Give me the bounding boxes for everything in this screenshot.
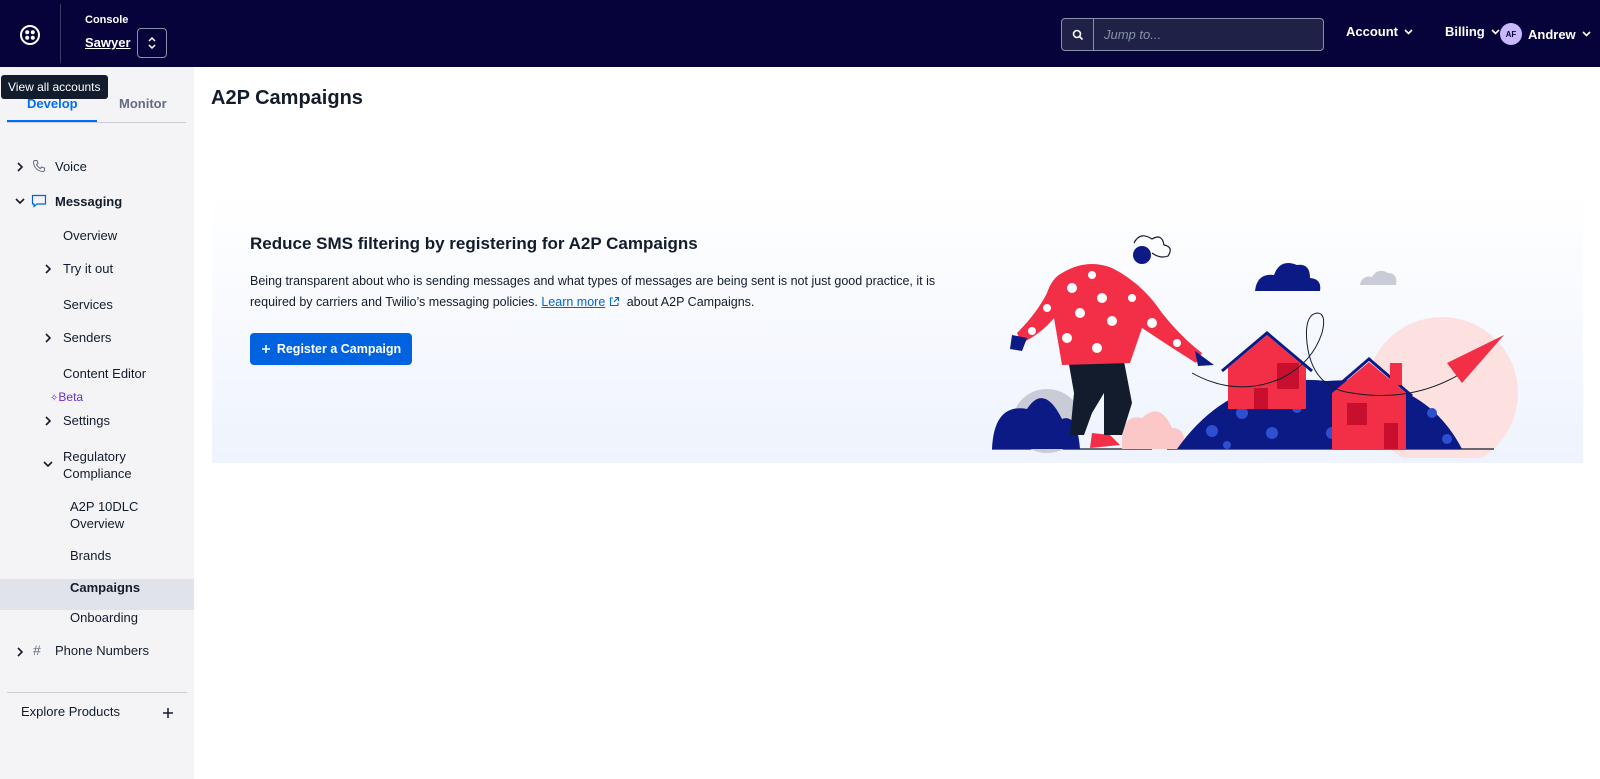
sidebar-item-voice[interactable]: Voice [55, 159, 87, 174]
twilio-logo-icon[interactable] [12, 17, 48, 53]
chevron-right-icon[interactable] [44, 333, 52, 343]
sidebar-item-a2p-10dlc-overview[interactable]: A2P 10DLC Overview [70, 498, 160, 532]
banner-title: Reduce SMS filtering by registering for … [250, 234, 698, 253]
chevron-right-icon[interactable] [16, 647, 24, 657]
hash-icon: # [33, 642, 41, 658]
chevron-down-icon[interactable] [43, 460, 53, 468]
user-name: Andrew [1528, 26, 1576, 42]
sidebar-item-campaigns[interactable]: Campaigns [70, 580, 140, 595]
chevron-down-icon [1491, 28, 1500, 35]
billing-menu-label: Billing [1445, 24, 1485, 39]
external-link-icon [609, 296, 619, 307]
search-icon [1062, 19, 1094, 50]
sidebar-item-brands[interactable]: Brands [70, 548, 111, 563]
explore-products-link[interactable]: Explore Products [21, 704, 120, 719]
sidebar-item-regulatory-compliance[interactable]: Regulatory Compliance [63, 448, 153, 482]
active-tab-indicator [7, 120, 97, 122]
search-input[interactable] [1094, 19, 1323, 50]
sidebar-item-messaging[interactable]: Messaging [55, 194, 122, 209]
top-bar: Console Sawyer Account Billing AF Andrew [0, 0, 1600, 67]
chevron-down-icon [1404, 28, 1413, 35]
beta-badge: ✧Beta [50, 390, 83, 404]
register-campaign-label: Register a Campaign [276, 342, 402, 356]
sidebar-item-content-editor[interactable]: Content Editor [63, 366, 146, 381]
avatar: AF [1500, 23, 1522, 45]
view-all-accounts-tooltip: View all accounts [1, 75, 108, 99]
chevron-right-icon[interactable] [16, 162, 24, 172]
account-switcher-button[interactable] [137, 28, 167, 58]
account-menu[interactable]: Account [1346, 24, 1413, 39]
learn-more-label: Learn more [541, 295, 606, 309]
sidebar-item-phone-numbers[interactable]: Phone Numbers [55, 643, 149, 658]
chevron-right-icon[interactable] [44, 416, 52, 426]
plus-icon [261, 345, 270, 353]
chevron-down-icon [1582, 31, 1591, 37]
sidebar-item-services[interactable]: Services [63, 297, 113, 312]
sidebar-item-onboarding[interactable]: Onboarding [70, 610, 138, 625]
sidebar: Develop Monitor Voice Messaging Overview… [0, 67, 194, 779]
search-box[interactable] [1061, 18, 1324, 51]
chevron-down-icon[interactable] [15, 197, 25, 205]
sidebar-item-overview[interactable]: Overview [63, 228, 117, 243]
register-campaign-button[interactable]: Register a Campaign [250, 333, 412, 365]
sidebar-item-try-it-out[interactable]: Try it out [63, 261, 113, 276]
banner-text-after: about A2P Campaigns. [626, 295, 755, 309]
banner-description: Being transparent about who is sending m… [250, 271, 950, 313]
header-divider [60, 4, 61, 63]
beta-label: Beta [58, 390, 84, 404]
chevron-up-down-icon [148, 36, 156, 50]
billing-menu[interactable]: Billing [1445, 24, 1500, 39]
learn-more-link[interactable]: Learn more [541, 295, 605, 309]
account-name-link[interactable]: Sawyer [85, 35, 131, 50]
plus-icon[interactable] [162, 707, 174, 719]
chat-bubble-icon [31, 194, 47, 208]
console-label: Console [85, 14, 129, 26]
tab-monitor[interactable]: Monitor [119, 96, 167, 111]
user-menu[interactable]: AF Andrew [1500, 23, 1591, 45]
person-houses-illustration [992, 235, 1518, 458]
sidebar-item-senders[interactable]: Senders [63, 330, 111, 345]
phone-icon [32, 160, 45, 173]
page-title: A2P Campaigns [211, 87, 363, 109]
chevron-right-icon[interactable] [44, 264, 52, 274]
sidebar-item-settings[interactable]: Settings [63, 413, 110, 428]
campaign-banner: Reduce SMS filtering by registering for … [212, 193, 1583, 463]
account-menu-label: Account [1346, 24, 1398, 39]
sidebar-divider [7, 692, 187, 693]
